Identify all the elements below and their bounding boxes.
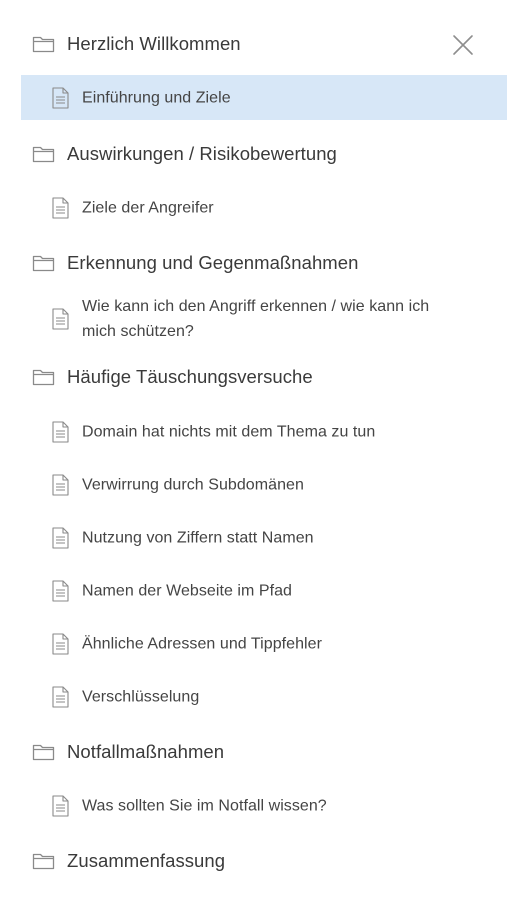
page-title: Ziele der Angreifer [82,199,214,216]
document-icon [52,473,69,496]
document-icon [52,86,69,109]
toc-page-verschluesselung[interactable]: Verschlüsselung [21,674,507,719]
toc-section-taeuschungsversuche[interactable]: Häufige Täuschungsversuche [21,353,507,401]
page-title: Namen der Webseite im Pfad [82,582,292,599]
document-icon [52,196,69,219]
document-icon [52,685,69,708]
section-title: Erkennung und Gegenmaßnahmen [67,252,359,273]
document-icon [52,420,69,443]
toc-section-erkennung[interactable]: Erkennung und Gegenmaßnahmen [21,239,507,287]
toc-section-notfallmassnahmen[interactable]: Notfallmaßnahmen [21,728,507,776]
close-button[interactable] [448,30,478,60]
folder-icon [32,742,56,762]
folder-icon [32,367,56,387]
toc-section-auswirkungen[interactable]: Auswirkungen / Risikobewertung [21,130,507,178]
section-title: Notfallmaßnahmen [67,741,225,762]
toc-section-herzlich-willkommen[interactable]: Herzlich Willkommen [21,20,507,68]
page-title: Nutzung von Ziffern statt Namen [82,529,314,546]
folder-icon [32,253,56,273]
toc-page-angriff-erkennen[interactable]: Wie kann ich den Angriff erkennen / wie … [21,290,507,348]
section-title: Auswirkungen / Risikobewertung [67,143,337,164]
document-icon [52,579,69,602]
document-icon [52,632,69,655]
toc-page-domain-thema[interactable]: Domain hat nichts mit dem Thema zu tun [21,409,507,454]
folder-icon [32,851,56,871]
close-icon [448,30,478,60]
toc-page-notfall-wissen[interactable]: Was sollten Sie im Notfall wissen? [21,783,507,828]
document-icon [52,794,69,817]
toc-page-ziele-der-angreifer[interactable]: Ziele der Angreifer [21,185,507,230]
page-title: Einführung und Ziele [82,89,231,106]
page-title: Verschlüsselung [82,688,200,705]
section-title: Herzlich Willkommen [67,33,241,54]
toc-page-ziffern[interactable]: Nutzung von Ziffern statt Namen [21,515,507,560]
table-of-contents: Herzlich Willkommen Einführung und Ziele… [0,0,507,900]
document-icon [52,308,69,330]
folder-icon [32,144,56,164]
page-title: Domain hat nichts mit dem Thema zu tun [82,423,376,440]
page-title: Verwirrung durch Subdomänen [82,476,304,493]
page-title: Wie kann ich den Angriff erkennen / wie … [82,298,430,340]
toc-section-zusammenfassung[interactable]: Zusammenfassung [21,837,507,885]
section-title: Häufige Täuschungsversuche [67,366,313,387]
page-title: Ähnliche Adressen und Tippfehler [82,635,322,652]
document-icon [52,526,69,549]
toc-page-subdomaenen[interactable]: Verwirrung durch Subdomänen [21,462,507,507]
toc-page-namen-im-pfad[interactable]: Namen der Webseite im Pfad [21,568,507,613]
folder-icon [32,34,56,54]
page-title: Was sollten Sie im Notfall wissen? [82,797,327,814]
section-title: Zusammenfassung [67,850,226,871]
toc-page-einfuehrung-und-ziele[interactable]: Einführung und Ziele [21,75,507,120]
toc-page-aehnliche-adressen[interactable]: Ähnliche Adressen und Tippfehler [21,621,507,666]
